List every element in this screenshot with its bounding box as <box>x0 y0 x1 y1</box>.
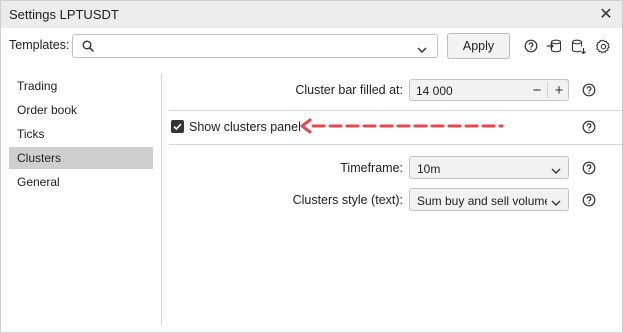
settings-dialog: Settings LPTUSDT ✕ Templates: Apply Trad… <box>0 0 623 333</box>
apply-button[interactable]: Apply <box>447 33 510 59</box>
cluster-bar-stepper[interactable]: 14 000 − + <box>409 79 569 101</box>
settings-sidebar: Trading Order book Ticks Clusters Genera… <box>9 74 154 324</box>
section-divider <box>169 144 622 145</box>
templates-toolbar: Templates: Apply <box>1 28 622 64</box>
help-circle-icon[interactable] <box>582 193 596 207</box>
sidebar-item-general[interactable]: General <box>9 171 153 193</box>
help-circle-icon[interactable] <box>582 161 596 175</box>
timeframe-value: 10m <box>417 162 441 176</box>
decrement-button[interactable]: − <box>527 80 547 100</box>
sidebar-item-order-book[interactable]: Order book <box>9 99 153 121</box>
chevron-down-icon <box>547 196 561 210</box>
red-arrow-annotation-icon <box>300 118 504 134</box>
gear-icon[interactable] <box>595 38 611 54</box>
search-icon <box>82 40 94 55</box>
cluster-bar-value[interactable]: 14 000 <box>416 84 453 98</box>
sidebar-item-trading[interactable]: Trading <box>9 75 153 97</box>
window-title: Settings LPTUSDT <box>9 7 119 22</box>
templates-search-select[interactable] <box>72 34 438 58</box>
sidebar-item-label: Clusters <box>17 151 62 165</box>
timeframe-label: Timeframe: <box>340 161 403 175</box>
clusters-style-value: Sum buy and sell volume <box>417 194 552 208</box>
help-circle-icon[interactable] <box>523 38 539 54</box>
sidebar-item-label: General <box>17 175 60 189</box>
clusters-style-label: Clusters style (text): <box>292 193 403 207</box>
chevron-down-icon <box>417 43 427 57</box>
sidebar-item-clusters[interactable]: Clusters <box>9 147 153 169</box>
import-database-icon[interactable] <box>546 38 562 54</box>
help-circle-icon[interactable] <box>582 120 596 134</box>
cluster-bar-label: Cluster bar filled at: <box>295 83 403 97</box>
title-bar: Settings LPTUSDT ✕ <box>1 1 622 28</box>
sidebar-item-ticks[interactable]: Ticks <box>9 123 153 145</box>
sidebar-item-label: Ticks <box>17 127 45 141</box>
export-database-icon[interactable] <box>571 38 587 54</box>
help-circle-icon[interactable] <box>582 83 596 97</box>
checkmark-icon <box>173 123 182 131</box>
sidebar-item-label: Order book <box>17 103 78 117</box>
templates-label: Templates: <box>9 38 70 52</box>
section-divider <box>169 110 622 111</box>
sidebar-divider <box>161 74 162 325</box>
increment-button[interactable]: + <box>549 80 569 100</box>
stepper-divider <box>547 82 548 98</box>
close-icon[interactable]: ✕ <box>596 4 616 24</box>
sidebar-item-label: Trading <box>17 79 58 93</box>
show-clusters-panel-label[interactable]: Show clusters panel <box>189 120 301 134</box>
timeframe-select[interactable]: 10m <box>409 156 569 179</box>
chevron-down-icon <box>551 164 561 178</box>
clusters-style-select[interactable]: Sum buy and sell volume <box>409 188 569 211</box>
show-clusters-panel-checkbox[interactable] <box>171 120 184 133</box>
